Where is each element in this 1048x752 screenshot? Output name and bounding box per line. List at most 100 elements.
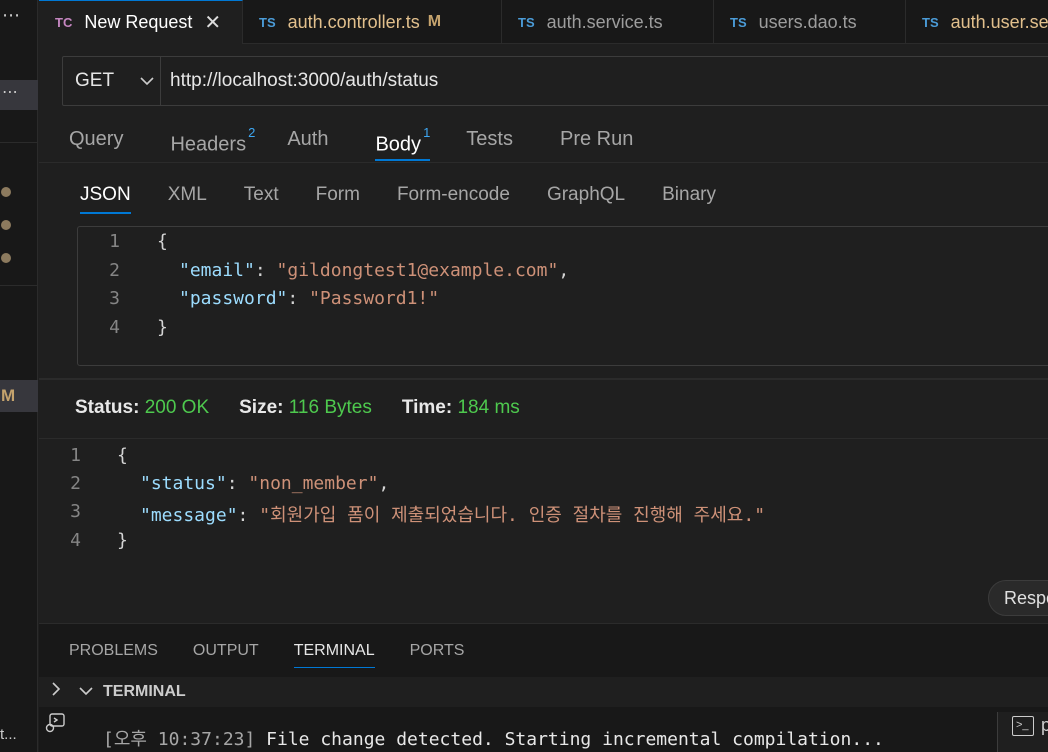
run-debug-icon[interactable] bbox=[44, 711, 68, 735]
tab-label: users.dao.ts bbox=[758, 11, 857, 32]
json-value: "Password1!" bbox=[309, 288, 440, 309]
code-line: "message": "회원가입 폼이 제출되었습니다. 인증 절차를 진행해 … bbox=[140, 501, 765, 527]
status-group: Status: 200 OK bbox=[75, 397, 209, 419]
tab-new-request[interactable]: TC New Request ✕ bbox=[39, 0, 243, 44]
tab-label: New Request bbox=[84, 12, 193, 32]
tab-problems[interactable]: PROBLEMS bbox=[69, 636, 158, 666]
tab-auth-controller[interactable]: TS auth.controller.ts M bbox=[243, 0, 502, 44]
tab-form[interactable]: Form bbox=[316, 178, 360, 214]
tab-query[interactable]: Query bbox=[69, 118, 123, 162]
panel-tabs: PROBLEMS OUTPUT TERMINAL PORTS bbox=[69, 636, 499, 668]
json-key: "password" bbox=[179, 288, 288, 309]
line-number: 4 bbox=[109, 317, 120, 338]
tab-binary[interactable]: Binary bbox=[662, 178, 716, 214]
size-value: 116 Bytes bbox=[288, 397, 372, 418]
divider bbox=[39, 438, 1048, 439]
close-icon[interactable]: ✕ bbox=[204, 10, 221, 35]
more-actions-icon[interactable]: ⋯ bbox=[0, 0, 24, 34]
chevron-down-icon bbox=[79, 683, 93, 699]
tab-label: auth.controller.ts bbox=[287, 11, 420, 32]
terminal-output-line: [오후 10:37:23] File change detected. Star… bbox=[103, 725, 884, 751]
tab-headers[interactable]: Headers2 bbox=[170, 118, 255, 162]
method-select[interactable]: GET bbox=[63, 57, 161, 105]
tab-tests[interactable]: Tests bbox=[466, 118, 513, 162]
status-dot bbox=[1, 253, 11, 263]
json-value: "회원가입 폼이 제출되었습니다. 인증 절차를 진행해 주세요." bbox=[259, 505, 766, 526]
line-number: 3 bbox=[70, 501, 81, 522]
tab-text[interactable]: Text bbox=[244, 178, 279, 214]
json-sep: : bbox=[226, 473, 249, 494]
terminal-instance[interactable]: >_ p bbox=[997, 712, 1048, 752]
tab-output[interactable]: OUTPUT bbox=[193, 636, 259, 666]
terminal-name: p bbox=[1041, 715, 1048, 735]
request-body-editor[interactable]: 1 { 2 "email": "gildongtest1@example.com… bbox=[77, 226, 1048, 366]
tab-label: Headers bbox=[170, 133, 247, 156]
chevron-right-icon[interactable] bbox=[51, 681, 61, 702]
selected-explorer-row[interactable]: ⋯ bbox=[0, 80, 38, 110]
splitter[interactable] bbox=[39, 378, 1048, 380]
tab-pre-run[interactable]: Pre Run bbox=[560, 118, 633, 162]
response-status-bar: Status: 200 OK Size: 116 Bytes Time: 184… bbox=[75, 397, 550, 419]
json-end: , bbox=[378, 473, 390, 494]
tab-label: Body bbox=[375, 133, 422, 156]
terminal-title: TERMINAL bbox=[103, 683, 186, 700]
json-value: "non_member" bbox=[248, 473, 379, 494]
status-label: Status: bbox=[75, 397, 140, 418]
code-line: "email": "gildongtest1@example.com", bbox=[179, 260, 569, 281]
tab-xml[interactable]: XML bbox=[168, 178, 207, 214]
editor-tab-bar: TC New Request ✕ TS auth.controller.ts M… bbox=[39, 0, 1048, 44]
typescript-icon: TS bbox=[259, 14, 276, 30]
tab-label: auth.user.se bbox=[950, 11, 1048, 32]
divider bbox=[39, 162, 1048, 163]
tab-form-encode[interactable]: Form-encode bbox=[397, 178, 510, 214]
tab-auth[interactable]: Auth bbox=[287, 118, 328, 162]
response-options-button[interactable]: Respo bbox=[988, 580, 1048, 616]
tab-label: Query bbox=[69, 128, 124, 150]
code-line: { bbox=[117, 445, 128, 466]
thunder-client-icon: TC bbox=[55, 15, 73, 30]
terminal-timestamp: [오후 10:37:23] bbox=[103, 729, 256, 750]
json-value: "gildongtest1@example.com" bbox=[276, 260, 559, 281]
body-type-tabs: JSON XML Text Form Form-encode GraphQL B… bbox=[80, 178, 753, 214]
terminal-message: File change detected. Starting increment… bbox=[255, 729, 884, 750]
explorer-strip: ⋯ ⋯ M t... bbox=[0, 0, 38, 752]
modified-badge: M bbox=[427, 13, 442, 30]
tab-label: auth.service.ts bbox=[546, 11, 663, 32]
status-dot bbox=[1, 187, 11, 197]
truncated-label: t... bbox=[0, 726, 17, 743]
tab-terminal[interactable]: TERMINAL bbox=[293, 636, 375, 668]
method-value: GET bbox=[75, 70, 115, 91]
json-sep: : bbox=[287, 288, 310, 309]
code-line: } bbox=[117, 530, 128, 551]
count-badge: 1 bbox=[423, 125, 431, 140]
line-number: 1 bbox=[70, 445, 81, 466]
typescript-icon: TS bbox=[518, 14, 535, 30]
tab-users-dao[interactable]: TS users.dao.ts bbox=[714, 0, 906, 44]
bottom-panel: PROBLEMS OUTPUT TERMINAL PORTS TERMINAL … bbox=[39, 623, 1048, 752]
terminal-section-header[interactable]: TERMINAL bbox=[39, 677, 1048, 707]
modified-file-row[interactable]: M bbox=[0, 380, 38, 412]
url-input[interactable]: http://localhost:3000/auth/status bbox=[161, 57, 438, 105]
time-group: Time: 184 ms bbox=[402, 397, 520, 419]
time-value: 184 ms bbox=[457, 397, 520, 418]
size-label: Size: bbox=[239, 397, 284, 418]
code-line: { bbox=[157, 231, 168, 252]
tab-ports[interactable]: PORTS bbox=[410, 636, 465, 666]
response-body-viewer[interactable]: 1 { 2 "status": "non_member", 3 "message… bbox=[39, 440, 1048, 620]
count-badge: 2 bbox=[248, 125, 256, 140]
status-dot bbox=[1, 220, 11, 230]
line-number: 3 bbox=[109, 288, 120, 309]
tab-auth-user[interactable]: TS auth.user.se bbox=[906, 0, 1048, 44]
tab-json[interactable]: JSON bbox=[80, 178, 131, 214]
code-line: "password": "Password1!" bbox=[179, 288, 439, 309]
time-label: Time: bbox=[401, 397, 453, 418]
divider bbox=[0, 142, 38, 143]
json-key: "message" bbox=[140, 505, 238, 526]
code-line: } bbox=[157, 317, 168, 338]
tab-body[interactable]: Body1 bbox=[375, 118, 430, 162]
request-url-bar: GET http://localhost:3000/auth/status bbox=[62, 56, 1048, 106]
tab-graphql[interactable]: GraphQL bbox=[547, 178, 625, 214]
chevron-down-icon bbox=[140, 70, 154, 92]
tab-auth-service[interactable]: TS auth.service.ts bbox=[502, 0, 714, 44]
typescript-icon: TS bbox=[730, 14, 747, 30]
